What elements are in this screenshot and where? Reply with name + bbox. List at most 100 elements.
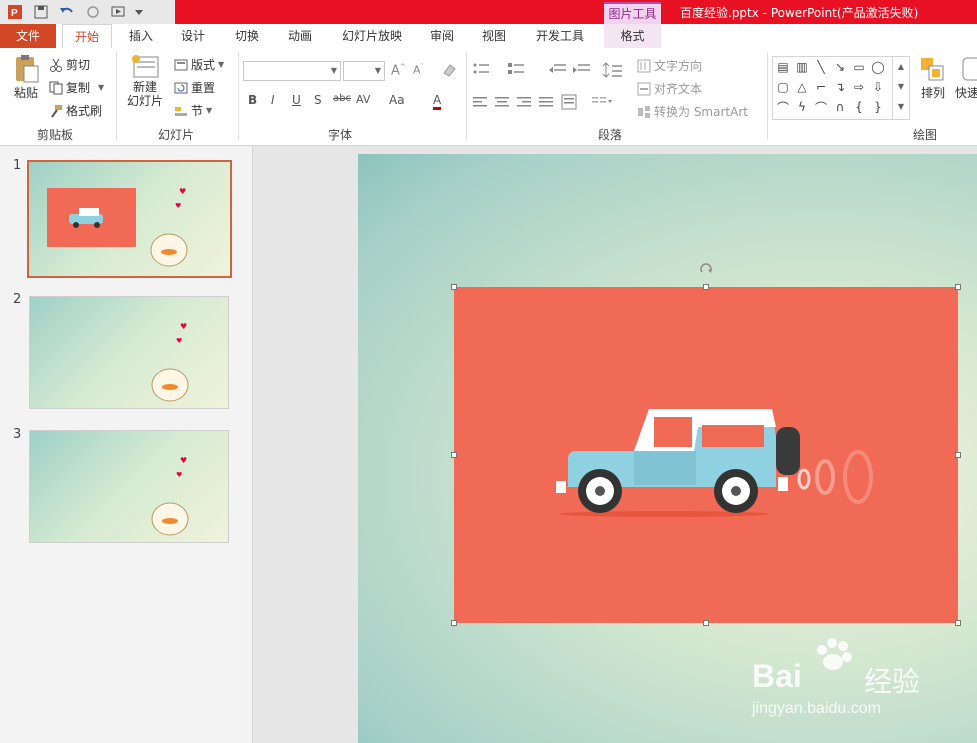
quick-styles-button[interactable]: 快速 bbox=[955, 56, 977, 101]
layout-button[interactable]: 版式 ▼ bbox=[174, 56, 224, 73]
align-text-button[interactable]: 对齐文本 bbox=[637, 80, 702, 97]
arc-icon[interactable]: ∩ bbox=[832, 99, 848, 115]
decrease-indent-button[interactable] bbox=[549, 62, 567, 76]
clear-formatting-button[interactable] bbox=[441, 62, 457, 78]
bold-button[interactable]: B bbox=[248, 93, 257, 107]
increase-indent-button[interactable] bbox=[573, 62, 591, 76]
line-spacing-button[interactable] bbox=[602, 62, 628, 78]
slide-thumbnail-1[interactable]: ♥ ♥ bbox=[27, 160, 232, 278]
resize-handle-s[interactable] bbox=[703, 620, 709, 626]
numbering-icon bbox=[508, 63, 524, 74]
down-arrow-icon[interactable]: ⇩ bbox=[870, 79, 886, 95]
columns-button[interactable] bbox=[592, 96, 614, 108]
resize-handle-w[interactable] bbox=[451, 452, 457, 458]
new-slide-label-1: 新建 bbox=[132, 80, 157, 94]
save-icon[interactable] bbox=[30, 2, 52, 22]
resize-handle-ne[interactable] bbox=[955, 284, 961, 290]
undo-icon[interactable] bbox=[56, 2, 78, 22]
new-slide-button[interactable]: 新建 幻灯片 bbox=[122, 54, 168, 108]
watermark-brand: Bai bbox=[752, 658, 802, 694]
align-center-icon bbox=[495, 97, 509, 107]
align-left-button[interactable] bbox=[473, 96, 487, 108]
triangle-icon[interactable]: △ bbox=[794, 79, 810, 95]
section-label: 节 bbox=[191, 104, 204, 118]
rounded-rect-icon[interactable]: ▢ bbox=[775, 79, 791, 95]
shadow-button[interactable]: S bbox=[314, 93, 322, 107]
elbow-arrow-icon[interactable]: ↴ bbox=[832, 79, 848, 95]
vertical-textbox-icon[interactable]: ▥ bbox=[794, 59, 810, 75]
char-spacing-button[interactable]: AV bbox=[356, 93, 370, 106]
tab-developer[interactable]: 开发工具 bbox=[527, 24, 593, 48]
elbow-connector-icon[interactable]: ⌐ bbox=[813, 79, 829, 95]
curve-icon[interactable]: ⌒ bbox=[813, 99, 829, 115]
text-direction-button[interactable]: 文字方向 bbox=[637, 57, 702, 74]
font-size-combo[interactable]: ▼ bbox=[343, 61, 385, 81]
gallery-scroll[interactable]: ▲ ▼ ▼ bbox=[892, 57, 909, 119]
textbox-icon[interactable]: ▤ bbox=[775, 59, 791, 75]
line-icon[interactable]: ╲ bbox=[813, 59, 829, 75]
tab-view[interactable]: 视图 bbox=[473, 24, 515, 48]
scribble-icon[interactable]: ϟ bbox=[794, 99, 810, 115]
resize-handle-e[interactable] bbox=[955, 452, 961, 458]
font-name-dropdown-icon: ▼ bbox=[330, 66, 337, 75]
svg-text:♥: ♥ bbox=[176, 471, 182, 479]
resize-handle-sw[interactable] bbox=[451, 620, 457, 626]
slide-thumbnail-3[interactable]: ♥ ♥ bbox=[29, 430, 229, 543]
start-from-beginning-icon[interactable] bbox=[108, 2, 130, 22]
arrange-button[interactable]: 排列 bbox=[918, 56, 948, 101]
copy-dropdown-icon[interactable]: ▼ bbox=[98, 83, 104, 92]
powerpoint-logo-icon[interactable]: P bbox=[4, 2, 26, 22]
paste-button[interactable]: 粘贴 bbox=[8, 54, 44, 101]
slide-thumbnail-2[interactable]: ♥ ♥ bbox=[29, 296, 229, 409]
ribbon-tabs: 文件 开始 插入 设计 切换 动画 幻灯片放映 审阅 视图 开发工具 格式 bbox=[0, 24, 977, 49]
customize-qat-icon[interactable] bbox=[134, 2, 144, 22]
arrow-line-icon[interactable]: ↘ bbox=[832, 59, 848, 75]
resize-handle-se[interactable] bbox=[955, 620, 961, 626]
convert-smartart-button[interactable]: 转换为 SmartArt bbox=[637, 103, 748, 120]
layout-dropdown-icon: ▼ bbox=[218, 60, 225, 69]
reset-button[interactable]: 重置 bbox=[174, 79, 215, 96]
increase-font-button[interactable]: A^ bbox=[391, 63, 406, 78]
font-color-button[interactable]: A bbox=[433, 93, 442, 110]
tab-insert[interactable]: 插入 bbox=[120, 24, 162, 48]
rotate-handle-icon[interactable] bbox=[699, 263, 713, 277]
tab-transitions[interactable]: 切换 bbox=[226, 24, 268, 48]
resize-handle-nw[interactable] bbox=[451, 284, 457, 290]
rectangle-icon[interactable]: ▭ bbox=[851, 59, 867, 75]
decrease-font-button[interactable]: Aˇ bbox=[413, 63, 424, 77]
left-brace-icon[interactable]: { bbox=[851, 99, 867, 115]
cut-button[interactable]: 剪切 bbox=[49, 56, 90, 73]
strikethrough-button[interactable]: abc bbox=[333, 93, 351, 104]
justify-button[interactable] bbox=[539, 96, 553, 108]
copy-button[interactable]: 复制 ▼ bbox=[49, 79, 104, 96]
tab-slideshow[interactable]: 幻灯片放映 bbox=[332, 24, 412, 48]
distributed-button[interactable] bbox=[561, 94, 577, 110]
right-brace-icon[interactable]: } bbox=[870, 99, 886, 115]
shapes-gallery[interactable]: ▤ ▥ ╲ ↘ ▭ ◯ ▢ △ ⌐ ↴ ⇨ ⇩ ⌒ ϟ ⌒ ∩ { } ▲ ▼ ▼ bbox=[772, 56, 910, 120]
tab-format[interactable]: 格式 bbox=[604, 24, 661, 48]
freeform-icon[interactable]: ⌒ bbox=[775, 99, 791, 115]
format-painter-button[interactable]: 格式刷 bbox=[49, 102, 102, 119]
section-button[interactable]: 节 ▼ bbox=[174, 102, 212, 119]
font-name-combo[interactable]: ▼ bbox=[243, 61, 341, 81]
numbering-button[interactable] bbox=[507, 62, 537, 76]
right-arrow-icon[interactable]: ⇨ bbox=[851, 79, 867, 95]
tab-file[interactable]: 文件 bbox=[0, 24, 56, 48]
italic-button[interactable]: I bbox=[271, 93, 275, 107]
tab-design[interactable]: 设计 bbox=[172, 24, 214, 48]
align-right-button[interactable] bbox=[517, 96, 531, 108]
change-case-button[interactable]: Aa bbox=[389, 93, 405, 107]
tab-home[interactable]: 开始 bbox=[62, 24, 112, 49]
svg-text:♥: ♥ bbox=[180, 456, 187, 465]
align-center-button[interactable] bbox=[495, 96, 509, 108]
tab-review[interactable]: 审阅 bbox=[421, 24, 463, 48]
underline-button[interactable]: U bbox=[292, 93, 301, 107]
selected-picture[interactable] bbox=[451, 263, 961, 626]
bullets-button[interactable] bbox=[472, 62, 502, 76]
resize-handle-n[interactable] bbox=[703, 284, 709, 290]
ellipse-icon[interactable]: ◯ bbox=[870, 59, 886, 75]
redo-icon[interactable] bbox=[82, 2, 104, 22]
indent-icon bbox=[573, 64, 590, 73]
tab-animations[interactable]: 动画 bbox=[279, 24, 321, 48]
text-direction-icon bbox=[637, 59, 651, 72]
